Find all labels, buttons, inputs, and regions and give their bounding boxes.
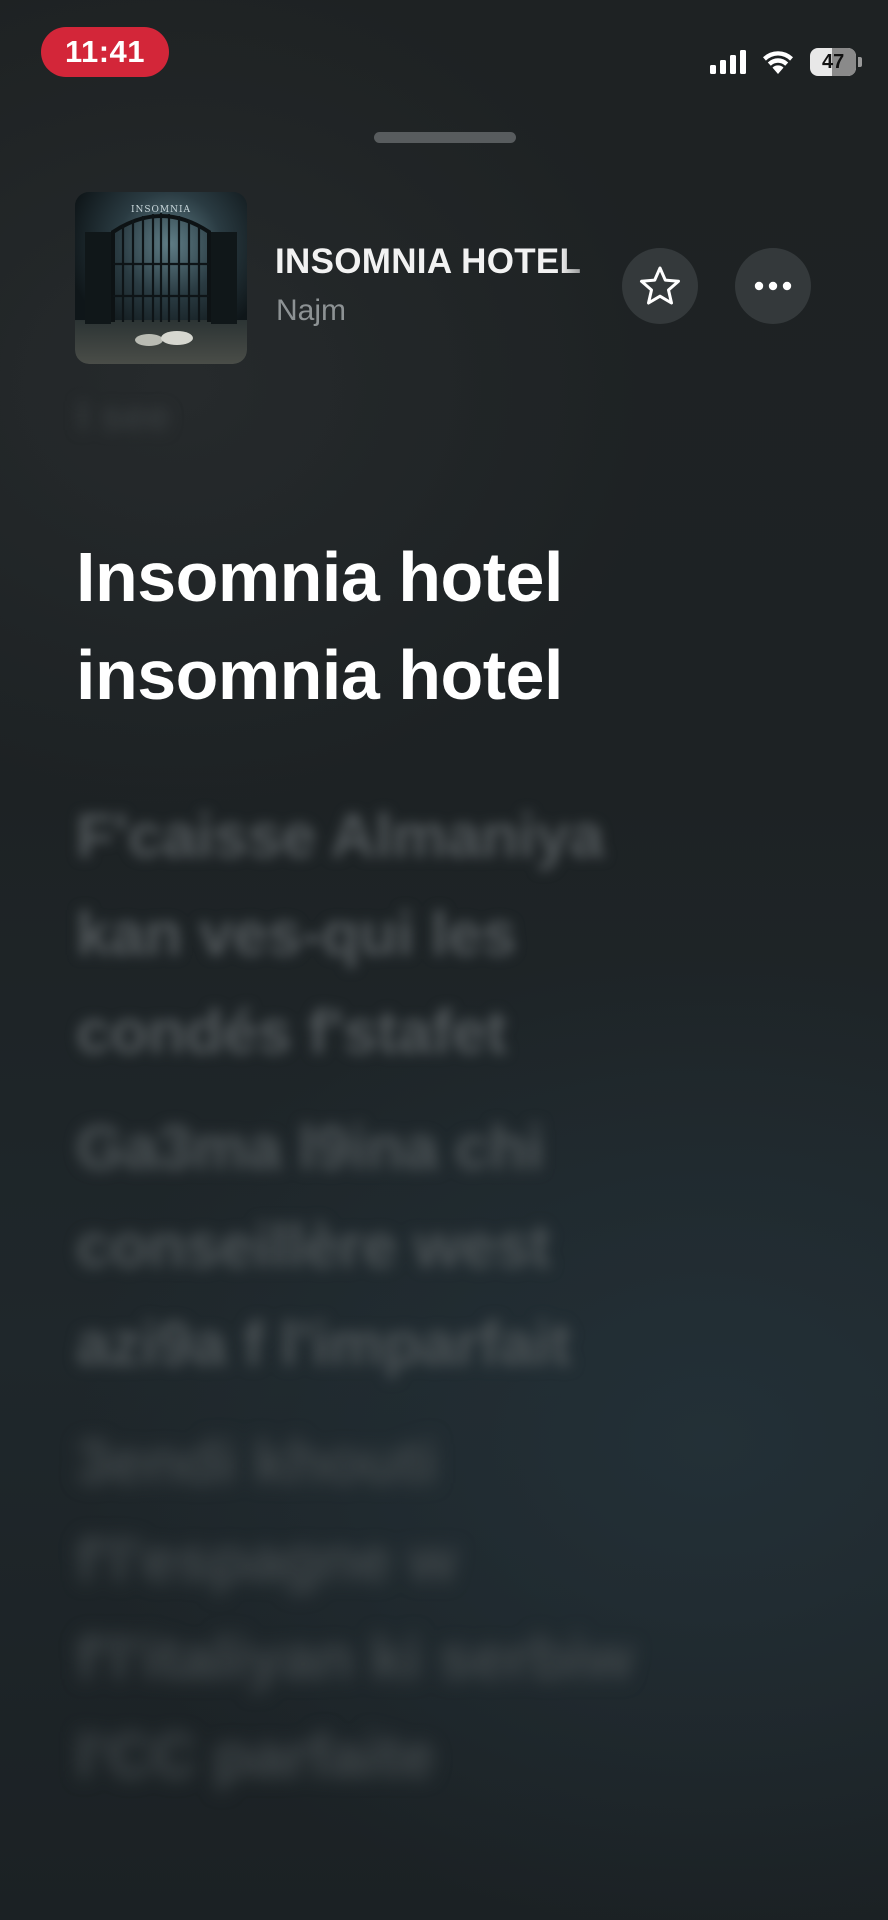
lyric-text: f'l'espagne w bbox=[76, 1526, 457, 1595]
lyric-text: condés f'stafet bbox=[76, 998, 507, 1067]
lyric-text: kan ves-qui les bbox=[76, 900, 517, 969]
album-art-lettering: INSOMNIA bbox=[131, 205, 191, 215]
track-title[interactable]: INSOMNIA HOTEL bbox=[275, 242, 610, 286]
wifi-icon bbox=[760, 49, 796, 75]
more-options-button[interactable] bbox=[735, 248, 811, 324]
now-playing-header: INSOMNIA INSOMNIA HOTEL Najm bbox=[0, 190, 888, 370]
favorite-button[interactable] bbox=[622, 248, 698, 324]
lyric-text: l'CC parfaite bbox=[76, 1722, 435, 1791]
sheet-grabber[interactable] bbox=[374, 132, 516, 143]
previous-lyric-line[interactable]: I see bbox=[77, 392, 170, 440]
lyric-text: Ga3ma l9ina chi bbox=[76, 1114, 544, 1183]
battery-level: 47 bbox=[821, 50, 845, 73]
lyric-text: conseillère west bbox=[76, 1212, 551, 1281]
upcoming-lyric-line[interactable]: Ga3ma l9ina chi conseillère west azi9a f… bbox=[76, 1100, 836, 1394]
ellipsis-icon bbox=[754, 281, 792, 291]
lyrics-view: Insomnia hotel insomnia hotel F'caisse A… bbox=[76, 528, 836, 1806]
album-artwork[interactable]: INSOMNIA bbox=[75, 192, 247, 364]
lyric-text: F'caisse Almaniya bbox=[76, 802, 604, 871]
lyric-text: azi9a f l'imparfait bbox=[76, 1310, 571, 1379]
lyric-text: f'l'italiyan ki serbiw bbox=[76, 1624, 633, 1693]
upcoming-lyric-line[interactable]: 3endi khouti f'l'espagne w f'l'italiyan … bbox=[76, 1414, 836, 1806]
status-icons: 47 bbox=[710, 46, 862, 78]
upcoming-lyric-line[interactable]: F'caisse Almaniya kan ves-qui les condés… bbox=[76, 788, 836, 1082]
battery-icon: 47 bbox=[810, 48, 862, 76]
lyric-text: 3endi khouti bbox=[76, 1428, 438, 1497]
cellular-signal-icon bbox=[710, 50, 746, 74]
status-bar: 11:41 47 bbox=[0, 0, 888, 100]
lyric-text: insomnia hotel bbox=[76, 636, 563, 714]
lyric-text: Insomnia hotel bbox=[76, 538, 563, 616]
status-time[interactable]: 11:41 bbox=[41, 27, 169, 77]
star-icon bbox=[640, 266, 680, 305]
track-artist[interactable]: Najm bbox=[276, 294, 346, 328]
current-lyric-line[interactable]: Insomnia hotel insomnia hotel bbox=[76, 528, 836, 724]
